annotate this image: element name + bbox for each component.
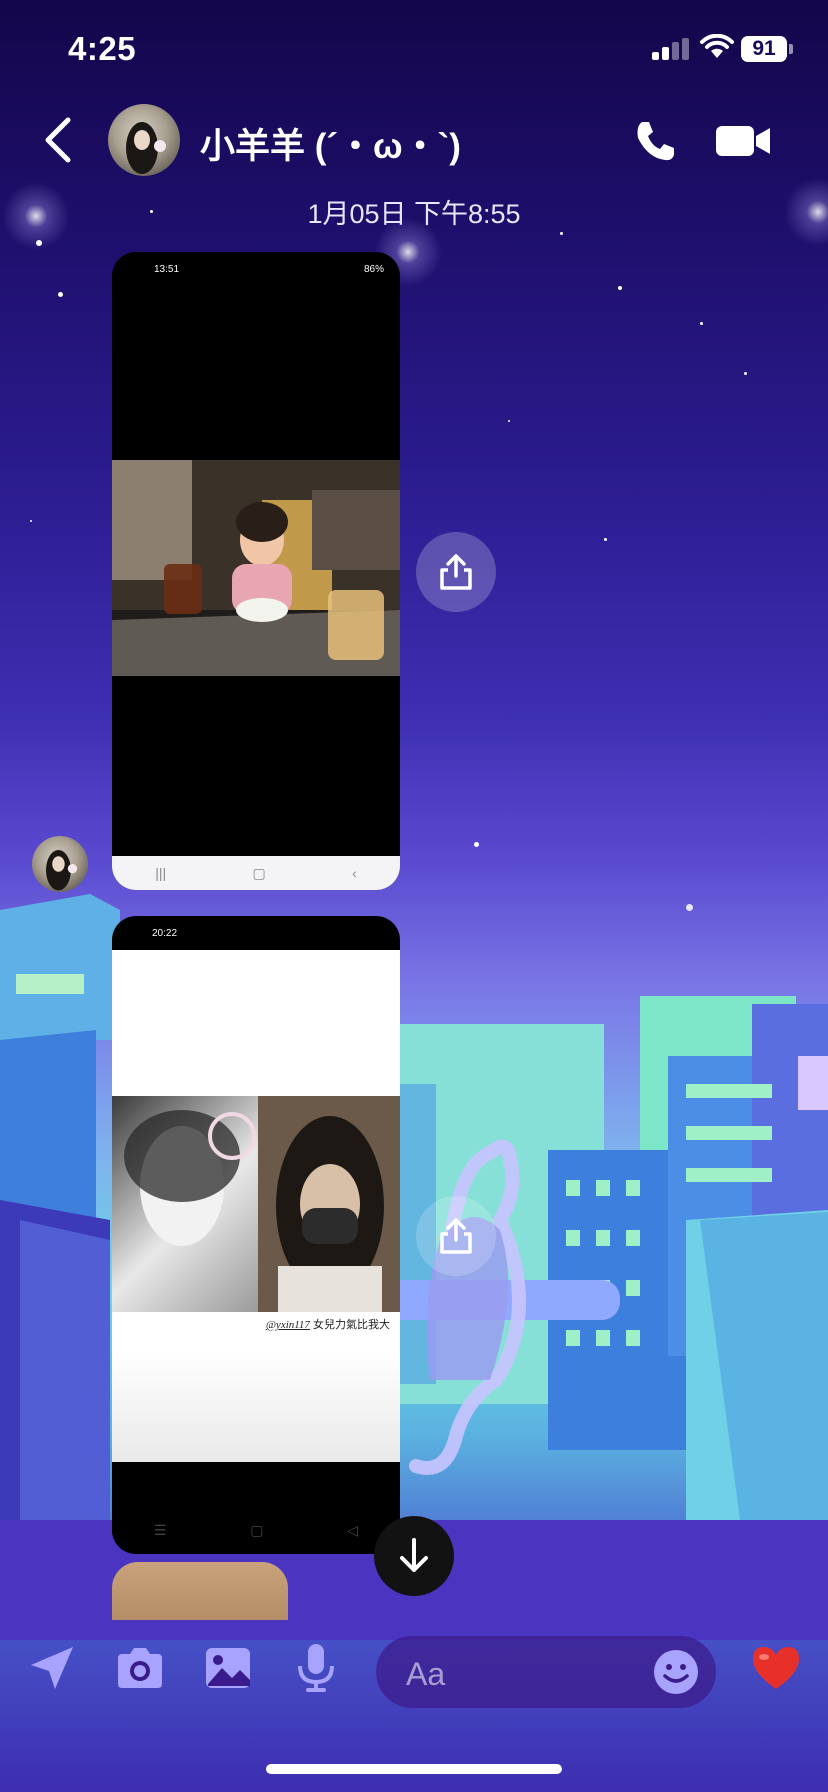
star <box>700 322 703 325</box>
share-icon <box>440 1218 472 1254</box>
message-image[interactable] <box>112 1562 288 1620</box>
screenshot-nav-recents: ||| <box>155 865 167 881</box>
microphone-icon <box>298 1644 334 1692</box>
screenshot-status-bar: 20:22 <box>112 916 400 950</box>
status-time: 4:25 <box>68 30 137 67</box>
share-button[interactable] <box>416 1196 496 1276</box>
screenshot-status-bar: 13:51 86% <box>112 252 400 286</box>
message-image[interactable]: 20:22 @yxin117 女兒力氣比我大 ☰ ▢ ◁ <box>112 916 400 1554</box>
moon-illustration <box>432 628 511 718</box>
arrow-down-icon <box>400 1538 428 1572</box>
wifi-icon <box>700 34 734 58</box>
cellular-signal-icon <box>652 38 690 60</box>
screenshot-nav-home: ▢ <box>250 1521 264 1538</box>
heart-reaction-button[interactable] <box>744 1638 808 1698</box>
star <box>36 240 42 246</box>
camera-icon <box>118 1648 162 1688</box>
chat-screen: 4:25 91 小羊羊 (´・ω・`) 1月05日 下午8:55 13:51 8… <box>0 0 828 1792</box>
message-image[interactable]: 13:51 86% ||| ▢ ‹ <box>112 252 400 890</box>
microphone-button[interactable] <box>286 1638 346 1698</box>
back-button[interactable] <box>36 112 80 168</box>
screenshot-nav-bar: ☰ ▢ ◁ <box>112 1510 400 1550</box>
caption-handle: @yxin117 <box>265 1319 310 1331</box>
star <box>508 420 510 422</box>
screenshot-status-battery: 86% <box>363 263 384 275</box>
contact-avatar[interactable] <box>108 104 180 176</box>
star <box>744 372 747 375</box>
share-icon <box>440 554 472 590</box>
screenshot-fade <box>112 1350 400 1462</box>
share-button[interactable] <box>416 532 496 612</box>
gallery-button[interactable] <box>198 1638 258 1698</box>
star <box>30 520 32 522</box>
screenshot-content: @yxin117 女兒力氣比我大 <box>112 950 400 1462</box>
phone-call-button[interactable] <box>632 118 678 164</box>
screenshot-nav-menu: ☰ <box>153 1521 167 1538</box>
caption-text: 女兒力氣比我大 <box>313 1319 390 1331</box>
child-photo <box>112 460 400 676</box>
contact-name[interactable]: 小羊羊 (´・ω・`) <box>200 118 461 169</box>
battery-indicator: 91 <box>741 36 793 62</box>
gallery-icon <box>206 1648 250 1688</box>
heart-icon <box>753 1647 799 1689</box>
video-call-button[interactable] <box>716 122 770 160</box>
location-arrow-button[interactable] <box>22 1638 82 1698</box>
message-input[interactable]: Aa <box>376 1636 716 1708</box>
message-input-placeholder: Aa <box>406 1656 446 1692</box>
scroll-to-bottom-button[interactable] <box>374 1516 454 1596</box>
star <box>58 292 63 297</box>
collage-photo-right <box>258 1096 400 1312</box>
screenshot-status-time: 13:51 <box>154 263 180 275</box>
collage-photo-left <box>112 1096 258 1312</box>
screenshot-nav-back: ‹ <box>352 865 357 881</box>
star <box>604 538 607 541</box>
camera-button[interactable] <box>110 1638 170 1698</box>
star <box>618 286 622 290</box>
screenshot-nav-bar: ||| ▢ ‹ <box>112 856 400 890</box>
message-composer: Aa <box>0 1634 828 1710</box>
screenshot-nav-home: ▢ <box>252 864 266 881</box>
image-caption: @yxin117 女兒力氣比我大 <box>266 1316 390 1332</box>
screenshot-status-time: 20:22 <box>152 927 178 939</box>
message-timestamp: 1月05日 下午8:55 <box>307 199 521 229</box>
star <box>474 842 479 847</box>
home-indicator[interactable] <box>266 1764 562 1774</box>
location-arrow-icon <box>31 1647 73 1689</box>
star <box>560 232 563 235</box>
sender-avatar[interactable] <box>32 836 88 892</box>
emoji-icon[interactable] <box>650 1646 702 1698</box>
screenshot-nav-back: ◁ <box>347 1521 359 1538</box>
